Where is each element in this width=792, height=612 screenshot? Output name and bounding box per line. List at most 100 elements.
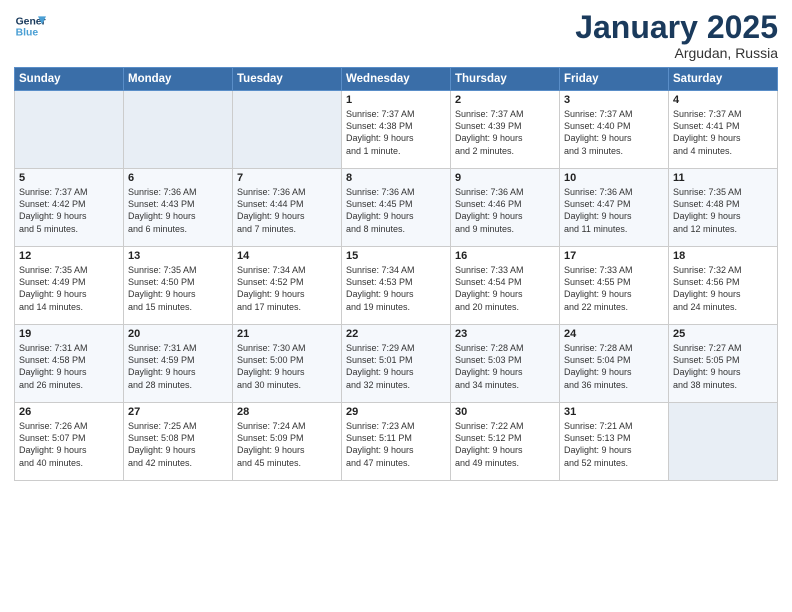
- day-detail: Sunrise: 7:36 AM Sunset: 4:43 PM Dayligh…: [128, 186, 228, 235]
- calendar-cell: 25 Sunrise: 7:27 AM Sunset: 5:05 PM Dayli…: [669, 325, 778, 403]
- day-number: 9: [455, 172, 555, 184]
- week-row-3: 12 Sunrise: 7:35 AM Sunset: 4:49 PM Dayli…: [15, 247, 778, 325]
- calendar-cell: 10 Sunrise: 7:36 AM Sunset: 4:47 PM Dayli…: [560, 169, 669, 247]
- day-number: 19: [19, 328, 119, 340]
- day-number: 5: [19, 172, 119, 184]
- day-detail: Sunrise: 7:31 AM Sunset: 4:59 PM Dayligh…: [128, 342, 228, 391]
- main-title: January 2025: [575, 10, 778, 45]
- day-detail: Sunrise: 7:35 AM Sunset: 4:50 PM Dayligh…: [128, 264, 228, 313]
- day-number: 20: [128, 328, 228, 340]
- calendar-cell: 12 Sunrise: 7:35 AM Sunset: 4:49 PM Dayli…: [15, 247, 124, 325]
- day-number: 6: [128, 172, 228, 184]
- day-number: 25: [673, 328, 773, 340]
- calendar-cell: 9 Sunrise: 7:36 AM Sunset: 4:46 PM Daylig…: [451, 169, 560, 247]
- title-block: January 2025 Argudan, Russia: [575, 10, 778, 61]
- day-detail: Sunrise: 7:32 AM Sunset: 4:56 PM Dayligh…: [673, 264, 773, 313]
- day-number: 26: [19, 406, 119, 418]
- page: General Blue January 2025 Argudan, Russi…: [0, 0, 792, 612]
- calendar-cell: 28Sunrise: 7:24 AM Sunset: 5:09 PM Dayli…: [233, 403, 342, 481]
- day-number: 1: [346, 94, 446, 106]
- day-detail: Sunrise: 7:23 AM Sunset: 5:11 PM Dayligh…: [346, 420, 446, 469]
- day-detail: Sunrise: 7:21 AM Sunset: 5:13 PM Dayligh…: [564, 420, 664, 469]
- day-number: 8: [346, 172, 446, 184]
- day-number: 14: [237, 250, 337, 262]
- day-number: 15: [346, 250, 446, 262]
- day-detail: Sunrise: 7:22 AM Sunset: 5:12 PM Dayligh…: [455, 420, 555, 469]
- calendar-cell: 7 Sunrise: 7:36 AM Sunset: 4:44 PM Daylig…: [233, 169, 342, 247]
- day-detail: Sunrise: 7:37 AM Sunset: 4:42 PM Dayligh…: [19, 186, 119, 235]
- calendar-cell: 22Sunrise: 7:29 AM Sunset: 5:01 PM Dayli…: [342, 325, 451, 403]
- day-detail: Sunrise: 7:28 AM Sunset: 5:04 PM Dayligh…: [564, 342, 664, 391]
- calendar-cell: 17Sunrise: 7:33 AM Sunset: 4:55 PM Dayli…: [560, 247, 669, 325]
- calendar-cell: 27Sunrise: 7:25 AM Sunset: 5:08 PM Dayli…: [124, 403, 233, 481]
- subtitle: Argudan, Russia: [575, 45, 778, 61]
- week-row-5: 26 Sunrise: 7:26 AM Sunset: 5:07 PM Dayli…: [15, 403, 778, 481]
- calendar-cell: 24 Sunrise: 7:28 AM Sunset: 5:04 PM Dayli…: [560, 325, 669, 403]
- day-detail: Sunrise: 7:33 AM Sunset: 4:54 PM Dayligh…: [455, 264, 555, 313]
- day-detail: Sunrise: 7:26 AM Sunset: 5:07 PM Dayligh…: [19, 420, 119, 469]
- weekday-header-thursday: Thursday: [451, 68, 560, 91]
- day-number: 4: [673, 94, 773, 106]
- week-row-1: 1 Sunrise: 7:37 AM Sunset: 4:38 PM Daylig…: [15, 91, 778, 169]
- day-detail: Sunrise: 7:30 AM Sunset: 5:00 PM Dayligh…: [237, 342, 337, 391]
- day-detail: Sunrise: 7:31 AM Sunset: 4:58 PM Dayligh…: [19, 342, 119, 391]
- day-detail: Sunrise: 7:34 AM Sunset: 4:53 PM Dayligh…: [346, 264, 446, 313]
- week-row-2: 5 Sunrise: 7:37 AM Sunset: 4:42 PM Daylig…: [15, 169, 778, 247]
- calendar-cell: 20 Sunrise: 7:31 AM Sunset: 4:59 PM Dayli…: [124, 325, 233, 403]
- calendar-cell: 1 Sunrise: 7:37 AM Sunset: 4:38 PM Daylig…: [342, 91, 451, 169]
- calendar-cell: [124, 91, 233, 169]
- weekday-header-row: SundayMondayTuesdayWednesdayThursdayFrid…: [15, 68, 778, 91]
- calendar-cell: 16 Sunrise: 7:33 AM Sunset: 4:54 PM Dayli…: [451, 247, 560, 325]
- day-detail: Sunrise: 7:35 AM Sunset: 4:49 PM Dayligh…: [19, 264, 119, 313]
- day-number: 28: [237, 406, 337, 418]
- day-detail: Sunrise: 7:34 AM Sunset: 4:52 PM Dayligh…: [237, 264, 337, 313]
- day-number: 10: [564, 172, 664, 184]
- day-detail: Sunrise: 7:36 AM Sunset: 4:44 PM Dayligh…: [237, 186, 337, 235]
- calendar-cell: 3 Sunrise: 7:37 AM Sunset: 4:40 PM Daylig…: [560, 91, 669, 169]
- header: General Blue January 2025 Argudan, Russi…: [14, 10, 778, 61]
- logo: General Blue: [14, 10, 46, 42]
- day-detail: Sunrise: 7:37 AM Sunset: 4:39 PM Dayligh…: [455, 108, 555, 157]
- day-detail: Sunrise: 7:27 AM Sunset: 5:05 PM Dayligh…: [673, 342, 773, 391]
- calendar-cell: 11Sunrise: 7:35 AM Sunset: 4:48 PM Dayli…: [669, 169, 778, 247]
- weekday-header-friday: Friday: [560, 68, 669, 91]
- day-number: 18: [673, 250, 773, 262]
- calendar-cell: [233, 91, 342, 169]
- day-detail: Sunrise: 7:36 AM Sunset: 4:46 PM Dayligh…: [455, 186, 555, 235]
- weekday-header-monday: Monday: [124, 68, 233, 91]
- svg-text:Blue: Blue: [16, 28, 39, 39]
- calendar-cell: 4Sunrise: 7:37 AM Sunset: 4:41 PM Daylig…: [669, 91, 778, 169]
- weekday-header-wednesday: Wednesday: [342, 68, 451, 91]
- calendar-cell: [669, 403, 778, 481]
- day-detail: Sunrise: 7:36 AM Sunset: 4:47 PM Dayligh…: [564, 186, 664, 235]
- day-number: 22: [346, 328, 446, 340]
- day-number: 7: [237, 172, 337, 184]
- day-number: 3: [564, 94, 664, 106]
- calendar-cell: 30 Sunrise: 7:22 AM Sunset: 5:12 PM Dayli…: [451, 403, 560, 481]
- calendar-cell: 14 Sunrise: 7:34 AM Sunset: 4:52 PM Dayli…: [233, 247, 342, 325]
- day-number: 30: [455, 406, 555, 418]
- calendar-cell: 13Sunrise: 7:35 AM Sunset: 4:50 PM Dayli…: [124, 247, 233, 325]
- day-number: 11: [673, 172, 773, 184]
- day-number: 2: [455, 94, 555, 106]
- calendar-cell: 5 Sunrise: 7:37 AM Sunset: 4:42 PM Daylig…: [15, 169, 124, 247]
- day-number: 16: [455, 250, 555, 262]
- calendar-cell: 21 Sunrise: 7:30 AM Sunset: 5:00 PM Dayli…: [233, 325, 342, 403]
- day-number: 23: [455, 328, 555, 340]
- day-number: 17: [564, 250, 664, 262]
- calendar-cell: 15 Sunrise: 7:34 AM Sunset: 4:53 PM Dayli…: [342, 247, 451, 325]
- day-number: 12: [19, 250, 119, 262]
- day-detail: Sunrise: 7:37 AM Sunset: 4:38 PM Dayligh…: [346, 108, 446, 157]
- week-row-4: 19 Sunrise: 7:31 AM Sunset: 4:58 PM Dayli…: [15, 325, 778, 403]
- day-detail: Sunrise: 7:25 AM Sunset: 5:08 PM Dayligh…: [128, 420, 228, 469]
- day-detail: Sunrise: 7:37 AM Sunset: 4:40 PM Dayligh…: [564, 108, 664, 157]
- day-detail: Sunrise: 7:36 AM Sunset: 4:45 PM Dayligh…: [346, 186, 446, 235]
- calendar-cell: 8 Sunrise: 7:36 AM Sunset: 4:45 PM Daylig…: [342, 169, 451, 247]
- calendar-cell: 18 Sunrise: 7:32 AM Sunset: 4:56 PM Dayli…: [669, 247, 778, 325]
- calendar-table: SundayMondayTuesdayWednesdayThursdayFrid…: [14, 67, 778, 481]
- weekday-header-saturday: Saturday: [669, 68, 778, 91]
- logo-icon: General Blue: [14, 10, 46, 42]
- weekday-header-tuesday: Tuesday: [233, 68, 342, 91]
- day-number: 24: [564, 328, 664, 340]
- day-number: 21: [237, 328, 337, 340]
